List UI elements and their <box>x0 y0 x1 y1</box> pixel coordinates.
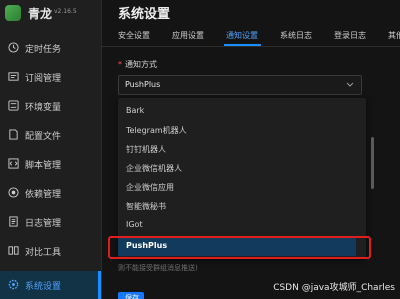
sidebar-item-settings[interactable]: 系统设置 <box>0 271 101 299</box>
save-button[interactable]: 保存 <box>118 292 144 299</box>
sidebar-item-label: 环境变量 <box>25 103 62 113</box>
app-name: 青龙 <box>28 7 53 21</box>
file-icon <box>9 129 18 140</box>
sidebar-item-diff[interactable]: 对比工具 <box>0 237 101 265</box>
logo-row: 青龙 v2.16.5 <box>0 0 101 30</box>
sidebar-item-config[interactable]: 配置文件 <box>0 121 101 149</box>
chevron-down-icon <box>346 82 354 87</box>
sidebar-item-label: 配置文件 <box>25 132 62 142</box>
sidebar-item-label: 对比工具 <box>25 248 62 258</box>
sidebar-item-label: 依赖管理 <box>25 190 62 200</box>
option-label: 企业微信机器人 <box>126 164 182 173</box>
dropdown-scrollbar[interactable] <box>371 137 374 189</box>
option-bark[interactable]: Bark <box>118 102 356 121</box>
annotation-highlight <box>108 236 371 259</box>
tab-security[interactable]: 安全设置 <box>118 30 150 41</box>
notify-method-label: * 通知方式 <box>118 59 157 70</box>
clock-icon <box>8 42 19 53</box>
option-telegram[interactable]: Telegram机器人 <box>118 121 356 140</box>
tab-notification[interactable]: 通知设置 <box>226 30 258 41</box>
option-label: 钉钉机器人 <box>126 145 166 154</box>
option-igot[interactable]: IGot <box>118 216 356 235</box>
tab-login-log[interactable]: 登录日志 <box>334 30 366 41</box>
save-button-label: 保存 <box>125 294 139 299</box>
sidebar-item-scripts[interactable]: 脚本管理 <box>0 150 101 178</box>
tab-system-log[interactable]: 系统日志 <box>280 30 312 41</box>
tab-other[interactable]: 其他 <box>388 30 400 41</box>
option-smart-secretary[interactable]: 智能微秘书 <box>118 197 356 216</box>
settings-tabs: 安全设置 应用设置 通知设置 系统日志 登录日志 其他 <box>102 26 400 47</box>
sidebar-item-label: 日志管理 <box>25 219 62 229</box>
page-title: 系统设置 <box>118 7 171 22</box>
sidebar-item-deps[interactable]: 依赖管理 <box>0 179 101 207</box>
option-label: IGot <box>126 220 143 229</box>
sidebar-item-label: 脚本管理 <box>25 161 62 171</box>
tab-app[interactable]: 应用设置 <box>172 30 204 41</box>
dependency-icon <box>8 187 19 198</box>
subscription-icon <box>8 72 19 81</box>
option-label: 企业微信应用 <box>126 183 174 192</box>
notify-method-select[interactable]: PushPlus <box>118 75 362 95</box>
sidebar-item-label: 系统设置 <box>25 282 62 292</box>
option-wecom-app[interactable]: 企业微信应用 <box>118 178 356 197</box>
app-version: v2.16.5 <box>54 8 77 15</box>
option-wecom-bot[interactable]: 企业微信机器人 <box>118 159 356 178</box>
sidebar-item-logs[interactable]: 日志管理 <box>0 208 101 236</box>
notify-method-dropdown: Bark Telegram机器人 钉钉机器人 企业微信机器人 企业微信应用 智能… <box>118 98 366 258</box>
notify-method-label-text: 通知方式 <box>125 60 157 69</box>
sidebar-item-subscription[interactable]: 订阅管理 <box>0 63 101 91</box>
option-label: Bark <box>126 106 145 115</box>
sidebar-item-cron[interactable]: 定时任务 <box>0 34 101 62</box>
app-window: 青龙 v2.16.5 定时任务 订阅管理 环境变量 配置文件 脚本管理 依赖管理… <box>0 0 400 299</box>
sidebar-item-label: 定时任务 <box>25 45 62 55</box>
sidebar: 青龙 v2.16.5 定时任务 订阅管理 环境变量 配置文件 脚本管理 依赖管理… <box>0 0 102 299</box>
log-icon <box>9 216 18 227</box>
compare-icon <box>8 246 19 255</box>
required-mark: * <box>118 60 122 69</box>
settings-icon <box>8 279 19 290</box>
option-label: 智能微秘书 <box>126 202 166 211</box>
watermark: CSDN @java攻城师_Charles <box>273 283 395 293</box>
active-tab-indicator <box>224 44 261 46</box>
hint-text: 则不能接受群组消息推送) <box>118 264 198 272</box>
option-dingtalk[interactable]: 钉钉机器人 <box>118 140 356 159</box>
qinglong-logo-icon <box>5 5 21 21</box>
sidebar-item-label: 订阅管理 <box>25 74 62 84</box>
variable-icon <box>8 100 19 111</box>
select-value: PushPlus <box>125 80 161 89</box>
sidebar-item-env[interactable]: 环境变量 <box>0 92 101 120</box>
script-icon <box>8 158 19 169</box>
option-label: Telegram机器人 <box>126 126 187 135</box>
